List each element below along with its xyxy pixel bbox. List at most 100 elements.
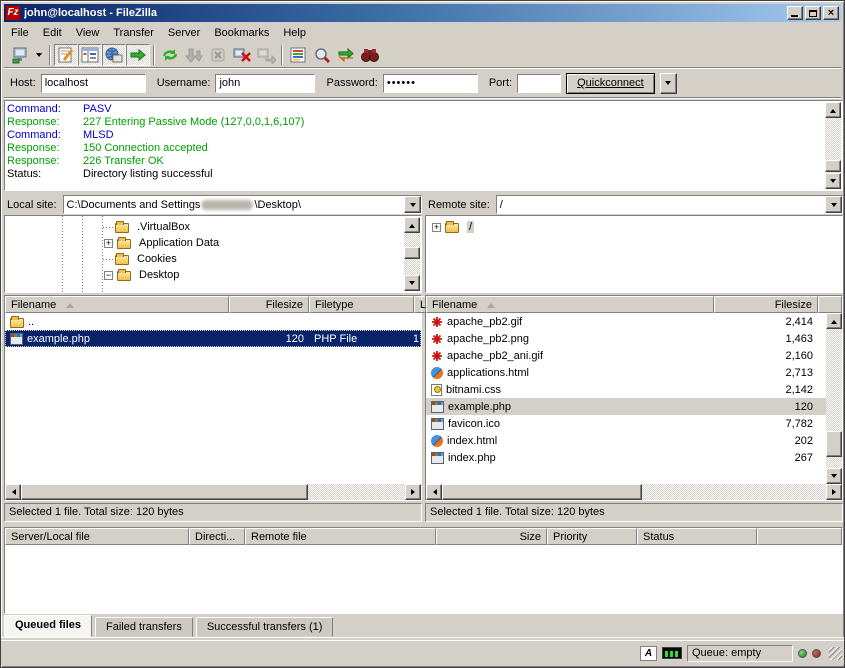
tree-item-cookies[interactable]: Cookies — [103, 251, 177, 267]
log-scrollbar[interactable] — [825, 102, 841, 189]
local-site-combobox[interactable]: C:\Documents and Settings\Desktop\ — [63, 195, 422, 214]
menu-transfer[interactable]: Transfer — [106, 25, 161, 41]
collapse-icon[interactable]: − — [104, 271, 113, 280]
scroll-thumb[interactable] — [404, 247, 420, 259]
tree-item-desktop[interactable]: − Desktop — [104, 267, 179, 283]
file-row-example-php[interactable]: example.php 120 — [426, 398, 828, 415]
column-header-size[interactable]: Size — [436, 528, 547, 545]
maximize-button[interactable] — [805, 6, 821, 20]
tree-item-virtualbox[interactable]: .VirtualBox — [103, 219, 190, 235]
column-header-filesize[interactable]: Filesize — [229, 296, 309, 313]
scroll-up-button[interactable] — [825, 102, 841, 118]
tab-failed-transfers[interactable]: Failed transfers — [95, 617, 193, 637]
file-row[interactable]: apache_pb2.png 1,463 — [426, 330, 828, 347]
resize-grip[interactable] — [829, 647, 842, 660]
file-row[interactable]: applications.html 2,713 — [426, 364, 828, 381]
log-line: Status:Directory listing successful — [7, 168, 824, 181]
site-manager-button[interactable] — [8, 44, 32, 66]
process-queue-button[interactable] — [182, 44, 206, 66]
scroll-right-button[interactable] — [405, 484, 421, 500]
expand-icon[interactable]: + — [432, 223, 441, 232]
combo-dropdown-button[interactable] — [404, 196, 421, 213]
menu-edit[interactable]: Edit — [36, 25, 69, 41]
refresh-button[interactable] — [158, 44, 182, 66]
scroll-down-button[interactable] — [404, 275, 420, 291]
quickconnect-dropdown-button[interactable] — [660, 73, 677, 94]
toggle-message-log-button[interactable] — [54, 44, 78, 66]
toggle-transfer-queue-button[interactable] — [126, 44, 150, 66]
transfer-type-ascii-icon[interactable]: A — [640, 646, 657, 661]
menu-help[interactable]: Help — [276, 25, 313, 41]
file-row[interactable]: index.html 202 — [426, 432, 828, 449]
scroll-left-button[interactable] — [5, 484, 21, 500]
site-manager-dropdown-button[interactable] — [32, 44, 46, 66]
disconnect-button[interactable] — [230, 44, 254, 66]
tab-queued-files[interactable]: Queued files — [4, 615, 92, 637]
column-header-status[interactable]: Status — [637, 528, 757, 545]
file-row[interactable]: apache_pb2_ani.gif 2,160 — [426, 347, 828, 364]
scroll-right-button[interactable] — [826, 484, 842, 500]
scroll-down-button[interactable] — [825, 173, 841, 189]
column-header-filetype[interactable]: Filetype — [309, 296, 414, 313]
password-input[interactable] — [383, 74, 478, 93]
title-bar[interactable]: Fz john@localhost - FileZilla × — [4, 4, 841, 22]
file-row[interactable]: favicon.ico 7,782 — [426, 415, 828, 432]
scroll-up-button[interactable] — [404, 217, 420, 233]
local-tree-scrollbar[interactable] — [404, 217, 420, 291]
menu-view[interactable]: View — [69, 25, 107, 41]
expand-icon[interactable]: + — [104, 239, 113, 248]
menu-bookmarks[interactable]: Bookmarks — [207, 25, 276, 41]
scroll-left-button[interactable] — [426, 484, 442, 500]
file-row[interactable]: bitnami.css 2,142 — [426, 381, 828, 398]
column-header-remote-file[interactable]: Remote file — [245, 528, 436, 545]
file-row-parent-dir[interactable]: .. — [5, 313, 421, 330]
cancel-operation-button[interactable] — [206, 44, 230, 66]
toggle-local-tree-button[interactable] — [78, 44, 102, 66]
menu-file[interactable]: File — [4, 25, 36, 41]
column-header-priority[interactable]: Priority — [547, 528, 637, 545]
combo-dropdown-button[interactable] — [825, 196, 842, 213]
minimize-button[interactable] — [787, 6, 803, 20]
scroll-down-button[interactable] — [826, 468, 842, 484]
remote-site-combobox[interactable]: / — [496, 195, 843, 214]
local-directory-tree[interactable]: .VirtualBox + Application Data Cookies −… — [4, 215, 422, 293]
file-row[interactable]: apache_pb2.gif 2,414 — [426, 313, 828, 330]
menu-server[interactable]: Server — [161, 25, 207, 41]
directory-listing-filters-button[interactable] — [286, 44, 310, 66]
synchronized-browsing-button[interactable] — [334, 44, 358, 66]
remote-directory-tree[interactable]: + / — [425, 215, 843, 293]
speed-limits-icon[interactable] — [662, 647, 682, 659]
file-search-button[interactable] — [310, 44, 334, 66]
column-header-direction[interactable]: Directi... — [189, 528, 245, 545]
tree-item-application-data[interactable]: + Application Data — [104, 235, 219, 251]
scroll-thumb[interactable] — [826, 431, 842, 457]
reconnect-icon — [256, 46, 276, 64]
file-row-example-php[interactable]: example.php 120 PHP File 1 — [5, 330, 421, 347]
scroll-thumb[interactable] — [21, 484, 308, 500]
scroll-thumb[interactable] — [825, 160, 841, 172]
scroll-thumb[interactable] — [442, 484, 642, 500]
toggle-remote-tree-button[interactable] — [102, 44, 126, 66]
directory-comparison-button[interactable] — [358, 44, 382, 66]
local-list-header: Filename Filesize Filetype L — [5, 296, 421, 313]
tree-branch — [103, 259, 115, 260]
tab-successful-transfers[interactable]: Successful transfers (1) — [196, 617, 334, 637]
scroll-up-button[interactable] — [826, 313, 842, 329]
tree-item-root[interactable]: + / — [432, 219, 474, 235]
close-button[interactable]: × — [823, 6, 839, 20]
username-input[interactable] — [215, 74, 315, 93]
column-header-server-local-file[interactable]: Server/Local file — [5, 528, 189, 545]
quickconnect-button[interactable]: Quickconnect — [566, 73, 655, 94]
port-input[interactable] — [517, 74, 561, 93]
column-header-filesize[interactable]: Filesize — [714, 296, 818, 313]
column-header-filename[interactable]: Filename — [426, 296, 714, 313]
host-input[interactable] — [41, 74, 146, 93]
file-size: 202 — [714, 435, 818, 447]
column-header-filename[interactable]: Filename — [5, 296, 229, 313]
reconnect-button[interactable] — [254, 44, 278, 66]
remote-list-hscrollbar[interactable] — [426, 484, 842, 500]
remote-list-scrollbar[interactable] — [826, 313, 842, 484]
file-row[interactable]: index.php 267 — [426, 449, 828, 466]
local-list-hscrollbar[interactable] — [5, 484, 421, 500]
remote-selection-status: Selected 1 file. Total size: 120 bytes — [425, 503, 843, 522]
